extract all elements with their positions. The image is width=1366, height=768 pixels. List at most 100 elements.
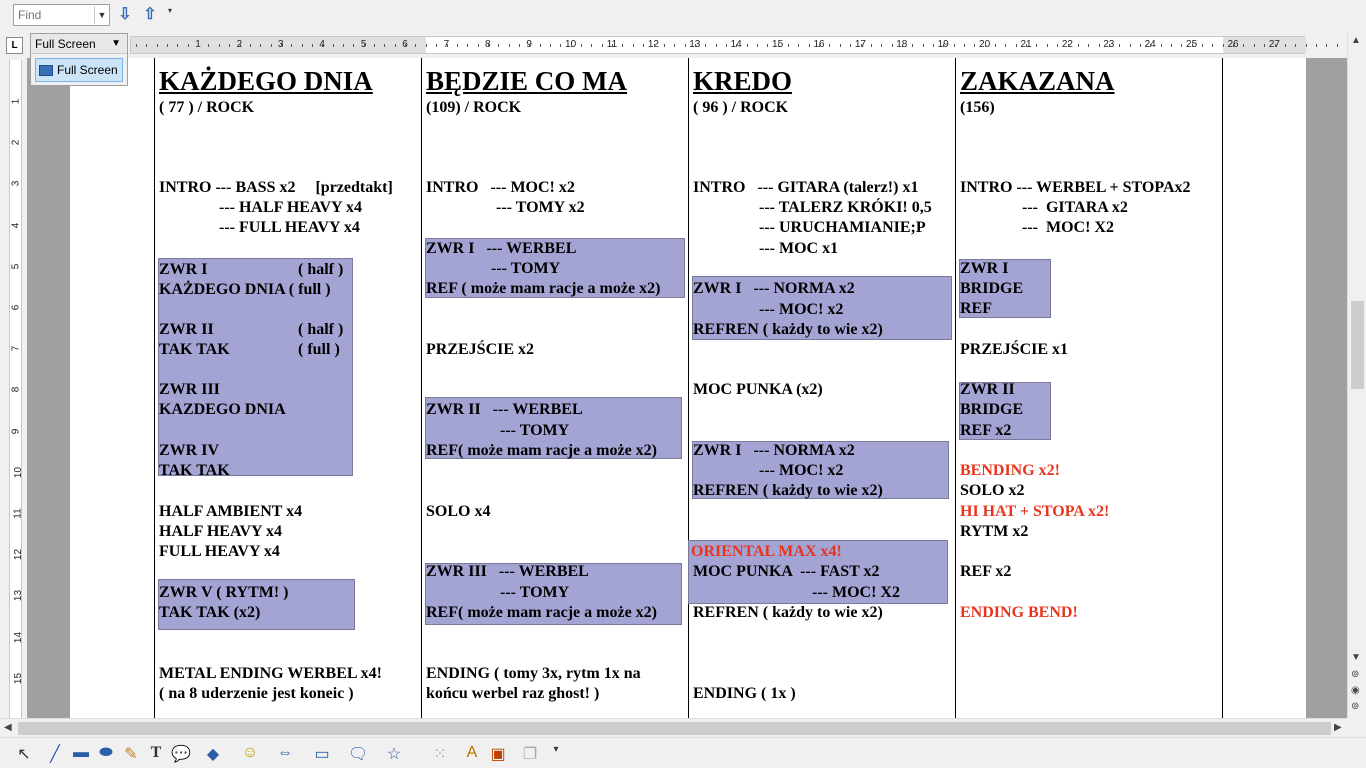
basic-shapes-icon[interactable]: ◆ [203,744,223,764]
ruler-tick [1046,44,1048,47]
select-icon[interactable]: ↖ [14,744,34,764]
ruler-tick [1067,44,1069,47]
song-line: INTRO --- WERBEL + STOPAx2 [960,179,1191,196]
line-icon[interactable]: ╱ [45,744,65,764]
song-line: ( half ) [298,261,344,278]
ruler-tick [1305,44,1307,47]
ruler-tick [974,44,976,47]
ruler-tick [1253,44,1255,47]
fontwork-icon[interactable]: A [462,744,482,762]
ruler-tick [601,44,603,47]
ruler-tick [384,44,386,47]
block-arrows-icon[interactable]: ⇔ [275,744,295,762]
flowchart-icon[interactable]: ▭ [312,744,332,764]
text-icon[interactable]: T [146,744,166,762]
horizontal-scroll-thumb[interactable] [18,722,1331,735]
ruler-number: 6 [10,304,22,311]
ruler-tick [1243,44,1245,47]
song-line: ZWR III --- WERBEL [426,563,589,580]
insert-image-icon[interactable]: ▣ [488,744,508,764]
rectangle-icon[interactable]: ▬ [71,744,91,762]
ruler-tick [550,44,551,47]
points-icon[interactable]: ⁙ [430,744,450,764]
ruler-tick [725,44,727,47]
song-line: KAZDEGO DNIA [159,401,286,418]
ruler-number: 4 [10,222,22,228]
song-line: TAK TAK [159,341,230,358]
song-line: METAL ENDING WERBEL x4! [159,665,383,682]
fullscreen-button[interactable]: Full Screen [35,58,123,82]
chevron-down-icon[interactable]: ▼ [111,38,121,49]
table-border [154,58,155,718]
ruler-tick [1026,44,1028,47]
document-page[interactable]: KAŻDEGO DNIA ( 77 ) / ROCK INTRO --- BAS… [70,58,1306,718]
tab-stop-selector[interactable]: L [6,37,23,54]
symbol-shapes-icon[interactable]: ☺ [240,744,260,762]
find-previous-icon[interactable]: ⇧ [139,4,161,26]
find-next-icon[interactable]: ⇩ [114,4,136,26]
stars-icon[interactable]: ☆ [384,744,404,764]
callout-icon[interactable]: 💬 [171,744,191,764]
song-line: ( full ) [298,341,340,358]
ruler-tick [1108,44,1110,47]
ruler-number: 7 [10,345,22,352]
ruler-tick [715,44,717,47]
vertical-scrollbar[interactable]: ▲ ▼ ⊚ ◉ ⊚ [1347,33,1366,718]
ruler-tick [922,44,924,47]
ruler-tick [684,44,686,47]
scroll-left-icon[interactable]: ◀ [4,722,12,733]
next-page-icon[interactable]: ⊚ [1351,701,1359,712]
ruler-tick [560,44,562,47]
song-line: TAK TAK [159,462,230,479]
ruler-tick [270,44,272,47]
scroll-down-icon[interactable]: ▼ [1351,652,1361,663]
song-line: --- URUCHAMIANIE;P [759,219,926,236]
song-line: ZWR II [159,321,214,338]
freeform-icon[interactable]: ✎ [121,744,141,764]
extrusion-icon[interactable]: ❐ [520,744,540,764]
vertical-ruler-track: 1 2 3 4 5 6 7 8 9 10 11 12 13 14 15 [9,60,25,718]
vertical-scroll-thumb[interactable] [1351,301,1364,389]
ruler-tick [1119,44,1121,47]
fullscreen-toolbar: Full Screen ▼ Full Screen [30,33,128,86]
song-line: REF( może mam racje a może x2) [426,442,658,459]
document-area[interactable]: KAŻDEGO DNIA ( 77 ) / ROCK INTRO --- BAS… [27,58,1347,718]
ruler-tick [146,44,148,47]
ruler-tick [1264,44,1266,47]
song-line: FULL HEAVY x4 [159,543,280,560]
song-tempo: (109) / ROCK [426,99,522,116]
toolbar-options-icon[interactable]: ▾ [168,6,178,28]
ruler-tick [1015,44,1017,47]
scroll-up-icon[interactable]: ▲ [1351,35,1361,46]
horizontal-ruler[interactable]: 1234567891011121314151617181920212223242… [130,36,1359,54]
song-line: SOLO x2 [960,482,1025,499]
ruler-tick [1139,44,1141,47]
song-line: MOC PUNKA --- FAST x2 [693,563,880,580]
scroll-right-icon[interactable]: ▶ [1334,722,1342,733]
ruler-tick [446,44,448,47]
song-line: ( half ) [298,321,344,338]
song-line: INTRO --- BASS x2 [przedtakt] [159,179,393,196]
ruler-tick [943,44,945,47]
table-border [955,58,956,718]
ruler-number: 3 [10,181,22,187]
find-dropdown-button[interactable]: ▼ [94,6,109,24]
ruler-tick [808,44,810,47]
song-line: końcu werbel raz ghost! ) [426,685,600,702]
ellipse-icon[interactable]: ⬬ [96,744,116,762]
song-line: --- FULL HEAVY x4 [219,219,360,236]
ruler-number: 9 [10,428,22,434]
previous-page-icon[interactable]: ⊚ [1351,669,1359,680]
navigator-icon[interactable]: ◉ [1351,685,1360,696]
ruler-number: 13 [13,590,25,602]
toolbar-options-icon[interactable]: ▾ [546,744,566,755]
horizontal-scrollbar[interactable]: ◀ ▶ [0,718,1347,737]
callouts-icon[interactable]: 🗨 [348,744,368,764]
song-line: INTRO --- GITARA (talerz!) x1 [693,179,919,196]
song-line: KAŻDEGO DNIA ( full ) [159,281,331,298]
song-line: SOLO x4 [426,503,491,520]
vertical-ruler[interactable]: 1 2 3 4 5 6 7 8 9 10 11 12 13 14 15 [4,60,24,718]
ruler-tick [425,44,427,47]
ruler-tick [229,44,231,47]
ruler-tick [881,44,883,47]
